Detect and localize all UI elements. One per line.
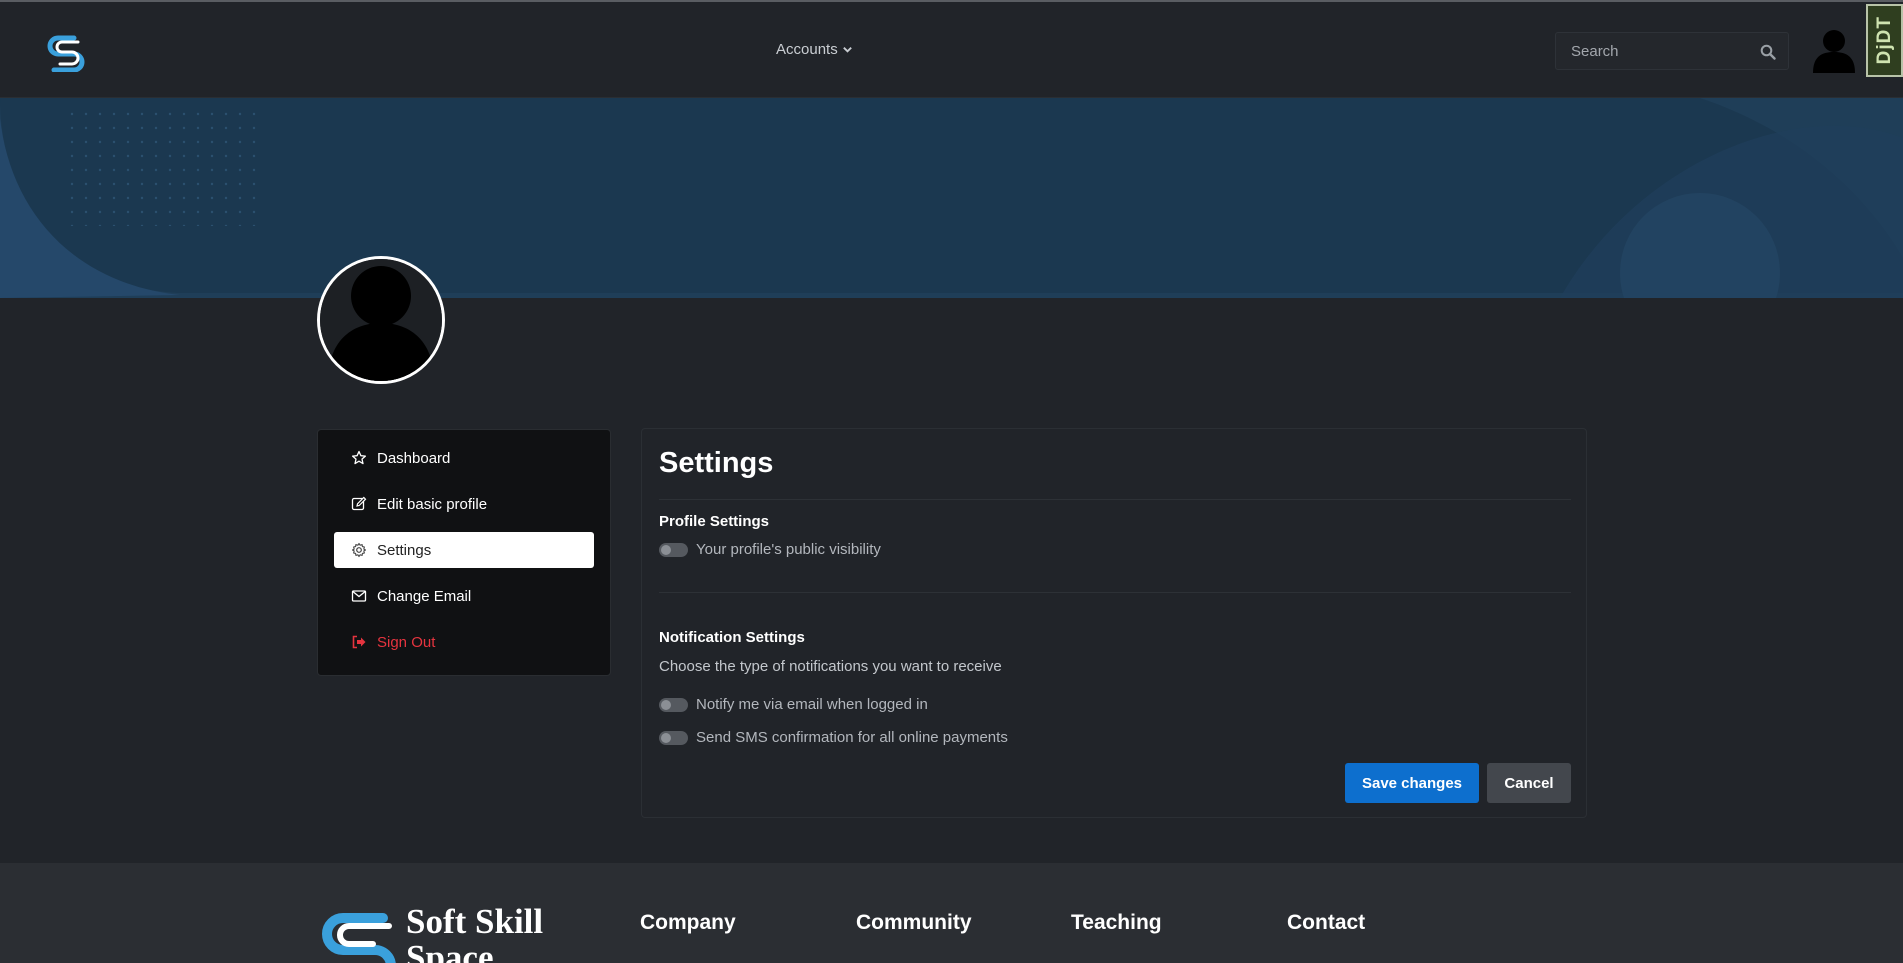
sign-out-icon (352, 635, 366, 649)
accounts-dropdown[interactable]: Accounts (776, 41, 853, 58)
sidebar-item-label: Dashboard (377, 449, 451, 467)
star-icon (351, 450, 367, 465)
divider (659, 592, 1571, 593)
user-avatar-icon[interactable] (1811, 27, 1857, 73)
sidebar-item-label: Sign Out (377, 633, 436, 651)
search-box (1555, 32, 1789, 70)
sms-confirmation-row: Send SMS confirmation for all online pay… (659, 729, 1008, 746)
footer-heading-community: Community (856, 911, 972, 934)
sms-confirmation-label: Send SMS confirmation for all online pay… (696, 729, 1008, 746)
chevron-down-icon (842, 47, 852, 53)
debug-toolbar-label: DjDT (1873, 16, 1895, 65)
envelope-icon (351, 590, 367, 602)
sms-confirmation-toggle[interactable] (659, 730, 688, 745)
site-footer: Soft Skill Space Company Community Teach… (0, 863, 1903, 963)
edit-icon (351, 496, 367, 511)
profile-visibility-toggle[interactable] (659, 542, 688, 557)
profile-visibility-label: Your profile's public visibility (696, 541, 881, 558)
sidebar-item-sign-out[interactable]: Sign Out (334, 624, 594, 660)
brand-line-1: Soft Skill (406, 908, 544, 941)
banner-decoration (0, 98, 1903, 298)
footer-heading-company: Company (640, 911, 736, 934)
profile-avatar (317, 256, 445, 384)
search-icon[interactable] (1760, 44, 1776, 60)
save-changes-button[interactable]: Save changes (1345, 763, 1479, 803)
sidebar-item-settings[interactable]: Settings (334, 532, 594, 568)
search-input[interactable] (1556, 42, 1746, 60)
sidebar-item-dashboard[interactable]: Dashboard (334, 440, 594, 476)
cancel-button[interactable]: Cancel (1487, 763, 1571, 803)
footer-heading-contact: Contact (1287, 911, 1366, 934)
debug-toolbar-handle[interactable]: DjDT (1866, 4, 1903, 77)
settings-card: Settings Profile Settings Your profile's… (641, 428, 1587, 818)
brand-line-2: Space (406, 938, 494, 963)
profile-settings-heading: Profile Settings (659, 513, 770, 530)
sidebar-item-edit-profile[interactable]: Edit basic profile (334, 486, 594, 522)
footer-logo-icon (322, 913, 396, 963)
profile-banner (0, 98, 1903, 298)
page-title: Settings (659, 447, 774, 479)
top-navbar: Accounts DjDT (0, 0, 1903, 98)
sidebar-item-label: Settings (377, 541, 432, 559)
email-notification-label: Notify me via email when logged in (696, 696, 928, 713)
footer-brand[interactable]: Soft Skill Space (317, 908, 547, 963)
footer-heading-teaching: Teaching (1071, 911, 1162, 934)
notification-settings-heading: Notification Settings (659, 629, 805, 646)
sidebar-item-label: Change Email (377, 587, 472, 605)
profile-visibility-row: Your profile's public visibility (659, 541, 881, 558)
site-logo-icon[interactable] (44, 32, 88, 72)
sidebar-item-change-email[interactable]: Change Email (334, 578, 594, 614)
accounts-label: Accounts (776, 41, 838, 58)
divider (659, 499, 1571, 500)
email-notification-row: Notify me via email when logged in (659, 696, 928, 713)
account-sidebar: Dashboard Edit basic profile Settings Ch… (317, 429, 611, 676)
notification-settings-description: Choose the type of notifications you wan… (659, 658, 1002, 675)
sidebar-item-label: Edit basic profile (377, 495, 488, 513)
profile-avatar-icon (320, 259, 442, 381)
gear-icon (351, 542, 367, 558)
footer-brand-text: Soft Skill Space (406, 908, 543, 963)
email-notification-toggle[interactable] (659, 697, 688, 712)
